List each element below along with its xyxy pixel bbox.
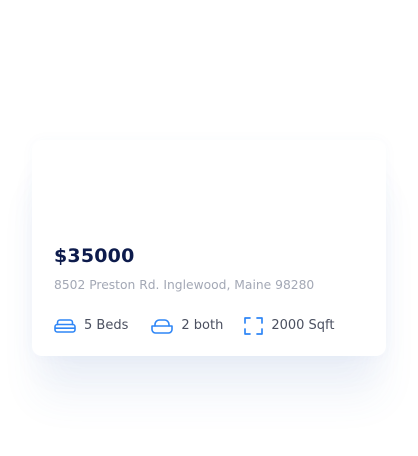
area-icon xyxy=(244,317,264,335)
baths-label: 2 both xyxy=(181,318,224,333)
feature-area: 2000 Sqft xyxy=(244,316,334,336)
feature-baths: 2 both xyxy=(151,316,223,336)
bed-icon xyxy=(54,318,76,334)
feature-beds: 5 Beds xyxy=(54,316,128,336)
property-address: 8502 Preston Rd. Inglewood, Maine 98280 xyxy=(54,278,315,292)
property-card[interactable]: $35000 8502 Preston Rd. Inglewood, Maine… xyxy=(32,140,386,356)
beds-label: 5 Beds xyxy=(84,318,129,333)
bathtub-icon xyxy=(151,318,174,335)
property-price: $35000 xyxy=(54,245,135,267)
property-features: 5 Beds 2 both 2000 Sqft xyxy=(54,316,334,336)
area-label: 2000 Sqft xyxy=(271,318,335,333)
page-background: $35000 8502 Preston Rd. Inglewood, Maine… xyxy=(0,0,418,456)
